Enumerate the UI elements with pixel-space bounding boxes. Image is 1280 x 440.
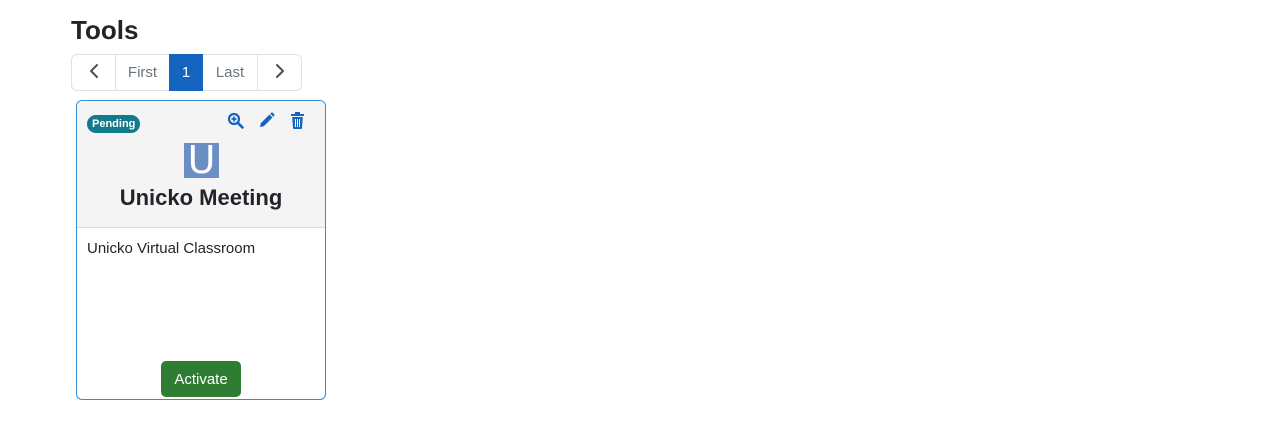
chevron-left-icon <box>89 63 99 83</box>
tool-title: Unicko Meeting <box>119 185 283 210</box>
delete-button[interactable] <box>288 111 307 134</box>
status-badge: Pending <box>87 115 141 133</box>
tool-logo: U <box>184 141 219 179</box>
activate-button[interactable]: Activate <box>161 361 241 397</box>
tool-card-body: Unicko Virtual Classroom <box>77 228 325 269</box>
tools-page: Tools First 1 Last Pending U Unicko Meet… <box>0 0 1280 440</box>
zoom-in-icon <box>227 112 244 134</box>
view-button[interactable] <box>226 112 245 134</box>
pagination-prev-button[interactable] <box>71 54 116 91</box>
tool-card: Pending U Unicko Meeting Unicko Virtual … <box>76 100 326 400</box>
chevron-right-icon <box>275 63 285 83</box>
pencil-icon <box>258 111 275 134</box>
tool-card-header: Pending U Unicko Meeting <box>77 101 325 228</box>
pagination-last-button[interactable]: Last <box>202 54 258 91</box>
trash-icon <box>290 111 305 134</box>
tool-card-actions <box>226 111 307 134</box>
tool-description: Unicko Virtual Classroom <box>87 240 256 257</box>
pagination: First 1 Last <box>71 54 302 91</box>
pagination-first-button[interactable]: First <box>115 54 170 91</box>
pagination-page-current[interactable]: 1 <box>169 54 203 91</box>
pagination-next-button[interactable] <box>257 54 302 91</box>
edit-button[interactable] <box>257 111 276 134</box>
page-title: Tools <box>71 15 139 45</box>
